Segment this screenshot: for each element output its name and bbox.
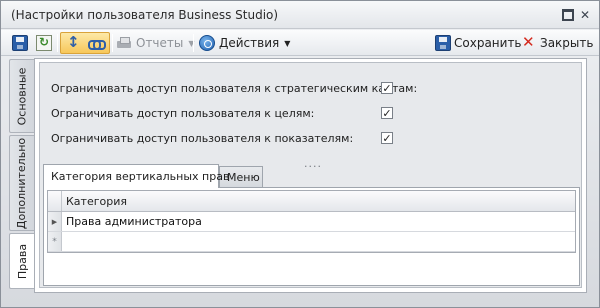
option-indicators-label: Ограничивать доступ пользователя к показ… <box>51 132 354 145</box>
close-icon <box>521 33 537 51</box>
reports-dropdown[interactable]: Отчеты ▼ <box>116 33 195 53</box>
toolbar-separator <box>57 34 58 52</box>
option-strategic-maps-checkbox[interactable] <box>381 82 393 94</box>
link-toggle-button[interactable] <box>87 33 106 53</box>
option-strategic-maps-label: Ограничивать доступ пользователя к страт… <box>51 82 418 95</box>
restore-window-icon[interactable] <box>562 9 574 21</box>
tab-category-label: Категория вертикальных прав <box>51 170 230 183</box>
save-label: Сохранить <box>454 36 522 50</box>
chevron-down-icon: ▼ <box>284 38 291 48</box>
tab-category[interactable]: Категория вертикальных прав <box>43 164 229 188</box>
header-indicator-cell <box>48 191 62 211</box>
close-button[interactable]: Закрыть <box>521 33 593 53</box>
row-category-cell[interactable]: Права администратора <box>66 215 202 228</box>
tab-basic[interactable]: Основные <box>9 59 34 133</box>
actions-label: Действия <box>219 36 280 50</box>
grid-header: Категория <box>48 191 575 212</box>
tab-basic-label: Основные <box>15 67 29 125</box>
toolbar-separator <box>112 34 113 52</box>
close-window-icon[interactable]: ✕ <box>579 9 591 21</box>
settings-window: (Настройки пользователя Business Studio)… <box>0 0 600 308</box>
option-indicators-checkbox[interactable] <box>381 132 393 144</box>
save-button[interactable]: Сохранить <box>435 33 522 53</box>
rights-panel: Ограничивать доступ пользователя к страт… <box>34 58 587 293</box>
category-tab-panel: Категория ▶ Права администратора * <box>43 187 580 286</box>
tab-menu-label: Меню <box>227 171 260 184</box>
printer-icon <box>116 35 132 51</box>
row-pointer-icon: ▶ <box>48 212 62 231</box>
actions-dropdown[interactable]: Действия ▼ <box>199 33 290 53</box>
category-grid: Категория ▶ Права администратора * <box>47 190 576 253</box>
vertical-arrows-icon <box>64 33 80 51</box>
quick-save-button[interactable] <box>12 33 28 53</box>
toolbar-separator <box>193 34 194 52</box>
option-goals-checkbox[interactable] <box>381 107 393 119</box>
tab-rights[interactable]: Права <box>9 233 35 289</box>
splitter-handle[interactable]: .... <box>304 157 324 170</box>
expand-toggle-button[interactable] <box>64 33 80 53</box>
table-row[interactable]: ▶ Права администратора <box>48 212 575 232</box>
refresh-icon <box>36 35 52 51</box>
tab-rights-label: Права <box>16 243 29 279</box>
actions-globe-icon <box>199 35 215 51</box>
refresh-button[interactable] <box>36 33 52 53</box>
window-title: (Настройки пользователя Business Studio) <box>11 8 279 22</box>
chain-link-icon <box>87 35 106 51</box>
new-row-asterisk-icon: * <box>48 232 62 251</box>
reports-label: Отчеты <box>136 36 184 50</box>
rights-inner-panel: Ограничивать доступ пользователя к страт… <box>39 62 582 288</box>
option-goals-label: Ограничивать доступ пользователя к целям… <box>51 107 315 120</box>
floppy-disk-icon <box>12 35 28 51</box>
title-bar: (Настройки пользователя Business Studio)… <box>1 1 599 29</box>
column-header-category[interactable]: Категория <box>66 195 127 208</box>
new-row[interactable]: * <box>48 232 575 252</box>
tab-extra-label: Дополнительно <box>15 137 29 229</box>
floppy-disk-icon <box>435 35 451 51</box>
close-label: Закрыть <box>540 36 594 50</box>
tab-extra[interactable]: Дополнительно <box>9 135 34 231</box>
